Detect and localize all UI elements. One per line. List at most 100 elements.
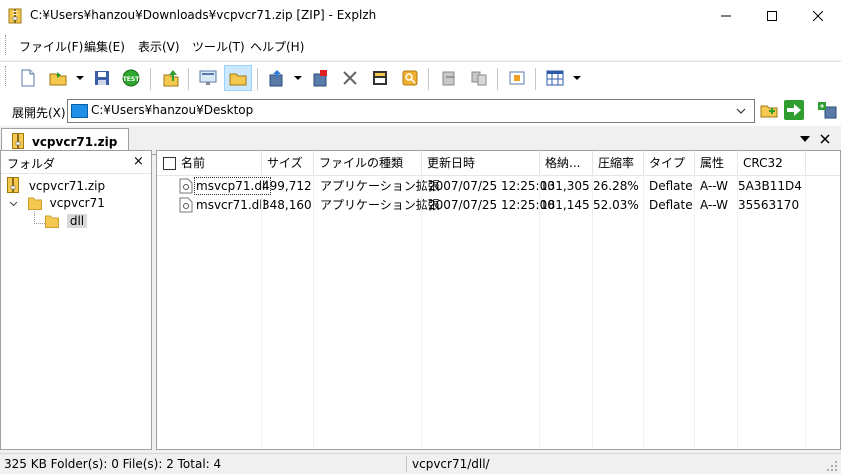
zip-file-icon (12, 133, 24, 149)
cell-attr: A--W (700, 179, 728, 193)
open-dropdown-arrow[interactable] (76, 76, 84, 80)
convert-icon (442, 71, 455, 86)
resize-grip-icon[interactable] (826, 460, 838, 472)
tree-connector (34, 211, 45, 224)
column-divider (805, 175, 806, 449)
cell-modified: 2007/07/25 12:25:00 (428, 198, 555, 212)
tab-label: vcpvcr71.zip (32, 135, 118, 149)
add-files-button[interactable] (308, 66, 332, 90)
extract-path-text: C:¥Users¥hanzou¥Desktop (91, 103, 254, 117)
delete-x-icon (343, 71, 357, 85)
toolbar-separator (428, 68, 429, 90)
split-button[interactable] (467, 66, 491, 90)
column-header-attr[interactable]: 属性 (695, 151, 738, 175)
tab-close-icon[interactable] (820, 134, 830, 144)
status-separator (406, 456, 407, 472)
title-bar: C:¥Users¥hanzou¥Downloads¥vcpvcr71.zip [… (0, 0, 841, 31)
view-mode-button[interactable] (543, 66, 567, 90)
column-divider (261, 175, 262, 449)
toolbar-separator (257, 68, 258, 90)
view-mode-dropdown-arrow[interactable] (573, 76, 581, 80)
cell-name: msvcp71.dll (194, 177, 271, 195)
properties-button[interactable] (368, 66, 392, 90)
column-header-method[interactable]: タイプ (644, 151, 695, 175)
folder-icon (45, 215, 59, 228)
column-header-stored[interactable]: 格納... (540, 151, 593, 175)
status-summary: 325 KB Folder(s): 0 File(s): 2 Total: 4 (4, 457, 222, 471)
self-extract-icon (509, 71, 525, 85)
cell-size: 499,712 (262, 179, 312, 193)
test-icon: TEST (122, 69, 140, 87)
column-header-name[interactable]: 名前 (176, 151, 262, 175)
go-extract-button[interactable] (784, 100, 804, 120)
toolbar-separator (535, 68, 536, 90)
folder-view-icon (229, 73, 247, 86)
dll-file-icon (179, 178, 193, 194)
column-header-modified[interactable]: 更新日時 (422, 151, 540, 175)
maximize-icon (767, 10, 777, 21)
column-header-type[interactable]: ファイルの種類 (314, 151, 422, 175)
preview-button[interactable] (196, 66, 220, 90)
extract-path-combobox[interactable]: C:¥Users¥hanzou¥Desktop (67, 99, 755, 123)
save-button[interactable] (90, 66, 114, 90)
menu-grip[interactable] (5, 35, 9, 55)
svg-text:TEST: TEST (123, 76, 140, 83)
cell-modified: 2007/07/25 12:25:00 (428, 179, 555, 193)
password-button[interactable] (398, 66, 422, 90)
extract-dropdown-arrow[interactable] (294, 76, 302, 80)
cell-stored: 181,145 (540, 198, 590, 212)
menu-view[interactable]: 表示(V) (138, 38, 180, 55)
cell-ratio: 52.03% (593, 198, 639, 212)
folder-pane-title: フォルダ (7, 157, 56, 171)
column-divider (313, 175, 314, 449)
up-folder-icon (163, 70, 179, 87)
tree-item-subfolder-selected[interactable]: dll (45, 214, 88, 232)
column-divider (643, 175, 644, 449)
folder-pane-close-button[interactable]: × (133, 154, 144, 169)
toolbar-grip[interactable] (5, 66, 9, 86)
extract-here-icon[interactable] (817, 101, 837, 119)
select-all-checkbox[interactable] (163, 157, 176, 170)
extract-icon (269, 70, 283, 87)
tree-item-folder[interactable]: vcpvcr71 (9, 196, 105, 214)
toolbar-separator (150, 68, 151, 90)
tab-list-dropdown-icon[interactable] (800, 136, 810, 142)
new-folder-icon[interactable] (760, 102, 778, 118)
menu-file[interactable]: ファイル(F) (19, 38, 83, 55)
column-divider (694, 175, 695, 449)
column-divider (592, 175, 593, 449)
cell-ratio: 26.28% (593, 179, 639, 193)
chevron-down-icon[interactable] (734, 104, 748, 118)
new-document-icon (21, 69, 35, 87)
menu-tools[interactable]: ツール(T) (192, 38, 245, 55)
folder-view-toggle[interactable] (224, 65, 252, 91)
new-archive-button[interactable] (16, 66, 40, 90)
maximize-button[interactable] (749, 0, 795, 31)
minimize-button[interactable] (703, 0, 749, 31)
open-archive-button[interactable] (46, 66, 70, 90)
extract-button[interactable] (265, 66, 289, 90)
open-folder-icon (49, 72, 67, 86)
minimize-icon (721, 15, 731, 16)
desktop-icon (71, 104, 88, 118)
column-header-size[interactable]: サイズ (262, 151, 314, 175)
status-current-path: vcpvcr71/dll/ (412, 457, 490, 471)
up-folder-button[interactable] (159, 66, 183, 90)
column-header-ratio[interactable]: 圧縮率 (593, 151, 644, 175)
grid-view-icon (546, 70, 564, 86)
convert-button[interactable] (437, 66, 461, 90)
tree-item-archive[interactable]: vcpvcr71.zip (7, 177, 105, 195)
column-divider (539, 175, 540, 449)
test-archive-button[interactable]: TEST (119, 66, 143, 90)
close-button[interactable] (795, 0, 841, 31)
menu-help[interactable]: ヘルプ(H) (250, 38, 304, 55)
chevron-down-icon[interactable] (9, 201, 18, 207)
cell-crc: 5A3B11D4 (738, 179, 802, 193)
cell-stored: 131,305 (540, 179, 590, 193)
delete-button[interactable] (338, 66, 362, 90)
self-extract-button[interactable] (505, 66, 529, 90)
toolbar-separator (497, 68, 498, 90)
column-header-crc[interactable]: CRC32 (738, 151, 806, 175)
floppy-icon (95, 71, 109, 85)
menu-edit[interactable]: 編集(E) (84, 38, 125, 55)
